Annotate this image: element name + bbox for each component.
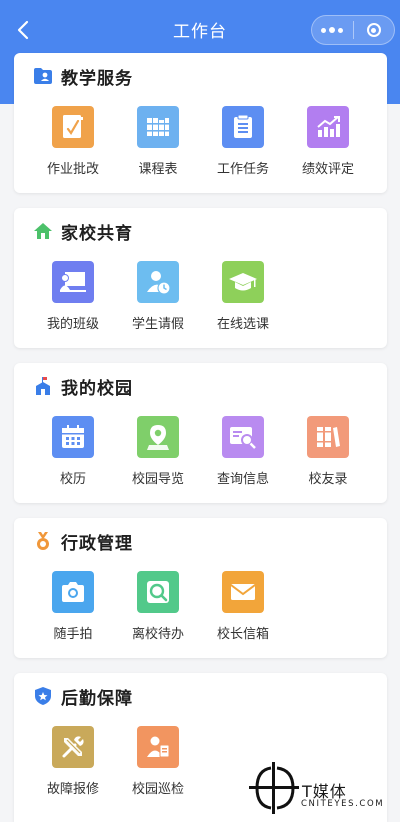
app-label: 在线选课 xyxy=(216,317,269,332)
more-button[interactable] xyxy=(312,16,353,44)
section-card-home-school: 家校共育 我的班级 学生请假 在线选课 xyxy=(14,208,387,348)
home-icon xyxy=(33,221,53,241)
app-homework-check[interactable]: 作业批改 xyxy=(33,106,113,177)
close-button[interactable] xyxy=(354,16,395,44)
student-leave-icon xyxy=(137,261,179,303)
app-label: 校历 xyxy=(59,472,86,487)
mail-icon xyxy=(222,571,264,613)
tmedia-logo-icon xyxy=(249,762,299,814)
more-dots-icon xyxy=(321,27,344,33)
magnifier-icon xyxy=(137,571,179,613)
app-label: 课程表 xyxy=(138,162,178,177)
medal-icon xyxy=(33,531,53,551)
homework-check-icon xyxy=(52,106,94,148)
section-title: 教学服务 xyxy=(61,68,133,89)
app-label: 校长信箱 xyxy=(216,627,269,642)
app-principal-mailbox[interactable]: 校长信箱 xyxy=(203,571,283,642)
folder-user-icon xyxy=(33,66,53,86)
app-campus-inspection[interactable]: 校园巡检 xyxy=(118,726,198,797)
app-my-class[interactable]: 我的班级 xyxy=(33,261,113,332)
app-school-calendar[interactable]: 校历 xyxy=(33,416,113,487)
section-header: 家校共育 xyxy=(33,219,133,244)
app-grid: 我的班级 学生请假 在线选课 xyxy=(14,261,387,341)
app-work-tasks[interactable]: 工作任务 xyxy=(203,106,283,177)
app-label: 我的班级 xyxy=(46,317,99,332)
watermark: T媒体 CNITEYES.COM xyxy=(249,758,394,816)
class-board-icon xyxy=(52,261,94,303)
app-performance[interactable]: 绩效评定 xyxy=(288,106,368,177)
app-label: 工作任务 xyxy=(216,162,269,177)
section-title: 行政管理 xyxy=(61,533,133,554)
app-label: 故障报修 xyxy=(46,782,99,797)
inspector-icon xyxy=(137,726,179,768)
app-grid: 随手拍 离校待办 校长信箱 xyxy=(14,571,387,651)
app-label: 绩效评定 xyxy=(301,162,354,177)
tools-icon xyxy=(52,726,94,768)
section-card-admin: 行政管理 随手拍 离校待办 校长信箱 xyxy=(14,518,387,658)
app-label: 离校待办 xyxy=(131,627,184,642)
section-header: 后勤保障 xyxy=(33,684,133,709)
app-label: 校园导览 xyxy=(131,472,184,487)
section-title: 家校共育 xyxy=(61,223,133,244)
section-card-campus: 我的校园 校历 校园导览 查询信息 校友录 xyxy=(14,363,387,503)
calendar-icon xyxy=(52,416,94,458)
shield-star-icon xyxy=(33,686,53,706)
section-header: 我的校园 xyxy=(33,374,133,399)
books-shelf-icon xyxy=(307,416,349,458)
search-card-icon xyxy=(222,416,264,458)
app-leave-school-todo[interactable]: 离校待办 xyxy=(118,571,198,642)
section-header: 教学服务 xyxy=(33,64,133,89)
watermark-domain: CNITEYES.COM xyxy=(301,799,385,809)
graduation-cap-icon xyxy=(222,261,264,303)
campus-building-icon xyxy=(33,376,53,396)
app-alumni[interactable]: 校友录 xyxy=(288,416,368,487)
app-grid: 校历 校园导览 查询信息 校友录 xyxy=(14,416,387,496)
app-fault-repair[interactable]: 故障报修 xyxy=(33,726,113,797)
app-label: 校友录 xyxy=(308,472,348,487)
camera-icon xyxy=(52,571,94,613)
target-circle-icon xyxy=(366,23,381,37)
app-label: 随手拍 xyxy=(53,627,93,642)
app-course-schedule[interactable]: 课程表 xyxy=(118,106,198,177)
app-campus-guide[interactable]: 校园导览 xyxy=(118,416,198,487)
app-grid: 作业批改 课程表 工作任务 绩效评定 xyxy=(14,106,387,186)
app-label: 学生请假 xyxy=(131,317,184,332)
map-pin-icon xyxy=(137,416,179,458)
app-query-info[interactable]: 查询信息 xyxy=(203,416,283,487)
app-label: 校园巡检 xyxy=(131,782,184,797)
performance-chart-icon xyxy=(307,106,349,148)
course-books-icon xyxy=(137,106,179,148)
app-label: 作业批改 xyxy=(46,162,99,177)
app-snapshot[interactable]: 随手拍 xyxy=(33,571,113,642)
section-card-teaching: 教学服务 作业批改 课程表 工作任务 绩效评定 xyxy=(14,53,387,193)
section-title: 后勤保障 xyxy=(61,688,133,709)
task-list-icon xyxy=(222,106,264,148)
section-header: 行政管理 xyxy=(33,529,133,554)
app-label: 查询信息 xyxy=(216,472,269,487)
section-title: 我的校园 xyxy=(61,378,133,399)
app-student-leave[interactable]: 学生请假 xyxy=(118,261,198,332)
app-online-course[interactable]: 在线选课 xyxy=(203,261,283,332)
mini-program-capsule xyxy=(311,15,395,45)
